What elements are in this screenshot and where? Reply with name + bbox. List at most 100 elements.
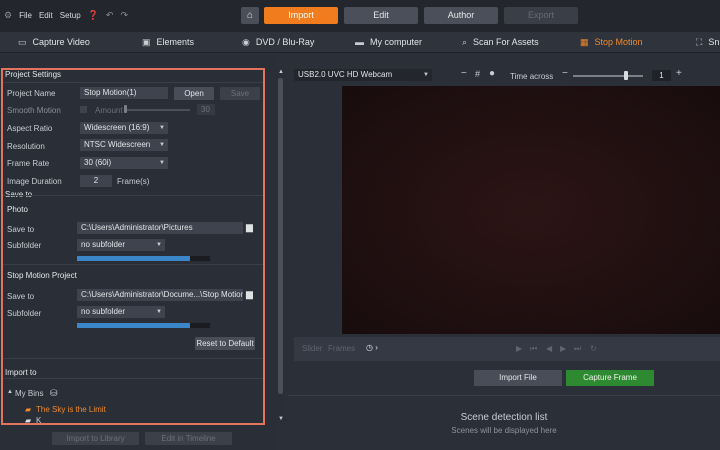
divider xyxy=(288,395,720,396)
capture-frame-button[interactable]: Capture Frame xyxy=(566,370,654,386)
scene-detection-subtitle: Scenes will be displayed here xyxy=(451,426,557,435)
save-button: Save xyxy=(220,87,260,100)
resolution-dropdown[interactable]: NTSC Widescreen ▼ xyxy=(80,139,168,151)
device-value: USB2.0 UVC HD Webcam xyxy=(298,70,393,79)
amount-value: 30 xyxy=(197,104,215,115)
menu-setup[interactable]: Setup xyxy=(60,11,81,20)
tab-capture-video[interactable]: ▭ Capture Video xyxy=(18,32,90,53)
help-icon[interactable]: ❓ xyxy=(88,10,99,21)
time-across-slider-knob[interactable] xyxy=(623,71,628,80)
divider xyxy=(2,358,264,359)
transport-slider-label[interactable]: Slider xyxy=(302,344,322,353)
edit-in-timeline-button: Edit in Timeline xyxy=(145,432,232,445)
tab-label: Capture Video xyxy=(32,37,90,47)
home-button[interactable]: ⌂ xyxy=(241,7,259,24)
tab-snapshot[interactable]: ⛶ Sn xyxy=(696,32,719,53)
tab-scan-for-assets[interactable]: ⌕ Scan For Assets xyxy=(462,32,539,53)
scroll-down-icon[interactable]: ▼ xyxy=(278,416,284,422)
redo-icon[interactable]: ↷ xyxy=(120,10,128,21)
scroll-up-icon[interactable]: ▲ xyxy=(278,69,284,75)
tab-dvd-bluray[interactable]: ◉ DVD / Blu-Ray xyxy=(242,32,314,53)
onion-skin-icon[interactable]: ● xyxy=(489,68,495,79)
project-name-field[interactable]: Stop Motion(1) xyxy=(80,87,168,99)
image-duration-field[interactable]: 2 xyxy=(80,175,112,187)
tab-label: My computer xyxy=(370,37,423,47)
scrollbar-thumb[interactable] xyxy=(278,78,283,394)
transport-frames-label[interactable]: Frames xyxy=(328,344,355,353)
photo-storage-bar xyxy=(77,256,210,261)
loop-icon: ↻ xyxy=(590,344,597,353)
photo-path-field[interactable]: C:\Users\Administrator\Pictures xyxy=(77,222,243,234)
tab-label: DVD / Blu-Ray xyxy=(255,37,315,47)
tab-elements[interactable]: ▣ Elements xyxy=(142,32,194,53)
video-icon: ▭ xyxy=(18,37,27,47)
expand-arrow-icon[interactable]: ▲ xyxy=(7,389,13,395)
chevron-down-icon: ▼ xyxy=(159,125,165,131)
folder-icon[interactable]: ▆ xyxy=(246,222,253,233)
open-button[interactable]: Open xyxy=(174,87,214,100)
timer-icon[interactable]: ◷ › xyxy=(366,343,378,352)
bin-item-icon: ▰ xyxy=(25,405,32,414)
smooth-motion-checkbox[interactable] xyxy=(80,106,87,113)
smooth-motion-label: Smooth Motion xyxy=(7,106,61,115)
step-forward-icon: ▶ xyxy=(560,344,567,353)
settings-scrollbar[interactable]: ▲ ▼ xyxy=(276,68,286,425)
amount-slider-knob xyxy=(124,105,127,113)
tab-stop-motion[interactable]: ▦ Stop Motion xyxy=(580,32,643,53)
photo-subfolder-value: no subfolder xyxy=(81,240,126,249)
minus-icon[interactable]: − xyxy=(562,68,568,79)
author-mode-button[interactable]: Author xyxy=(424,7,498,24)
reset-to-default-button[interactable]: Reset to Default xyxy=(195,337,255,350)
time-across-value[interactable]: 1 xyxy=(652,70,671,81)
aspect-ratio-dropdown[interactable]: Widescreen (16:9) ▼ xyxy=(80,122,168,134)
edit-mode-button[interactable]: Edit xyxy=(344,7,418,24)
amount-label: Amount xyxy=(95,106,123,115)
time-across-slider[interactable] xyxy=(573,75,643,77)
top-bar: ⚙ File Edit Setup ❓ ↶ ↷ ⌂ Import Edit Au… xyxy=(0,0,720,32)
zoom-out-icon[interactable]: − xyxy=(461,68,467,79)
smp-save-to-label: Save to xyxy=(7,292,35,301)
bin-item-k[interactable]: K xyxy=(36,416,41,425)
bin-item-sky[interactable]: The Sky is the Limit xyxy=(36,405,106,414)
tab-label: Scan For Assets xyxy=(473,37,539,47)
tab-my-computer[interactable]: ▬ My computer xyxy=(355,32,422,53)
import-mode-button[interactable]: Import xyxy=(264,7,338,24)
divider xyxy=(2,195,264,196)
photo-subfolder-dropdown[interactable]: no subfolder ▼ xyxy=(77,239,165,251)
frames-unit-label: Frame(s) xyxy=(117,177,150,186)
grid-icon[interactable]: # xyxy=(475,69,480,79)
menu-file[interactable]: File xyxy=(19,11,32,20)
tab-label: Elements xyxy=(156,37,195,47)
scene-detection-title: Scene detection list xyxy=(460,412,548,423)
folder-icon: ▬ xyxy=(355,37,364,47)
photo-header: Photo xyxy=(7,205,28,214)
frame-rate-dropdown[interactable]: 30 (60i) ▼ xyxy=(80,157,168,169)
image-duration-label: Image Duration xyxy=(7,177,62,186)
aspect-ratio-value: Widescreen (16:9) xyxy=(84,123,150,132)
my-bins-label[interactable]: My Bins xyxy=(15,389,43,398)
bins-icon: ⛁ xyxy=(50,388,58,398)
smp-path-field[interactable]: C:\Users\Administrator\Docume...\Stop Mo… xyxy=(77,289,243,301)
plus-icon[interactable]: + xyxy=(676,68,682,79)
import-to-header: Import to xyxy=(5,368,37,377)
folder-icon[interactable]: ▆ xyxy=(246,289,253,300)
smp-storage-bar xyxy=(77,323,210,328)
aspect-ratio-label: Aspect Ratio xyxy=(7,124,53,133)
device-dropdown[interactable]: USB2.0 UVC HD Webcam ▼ xyxy=(294,69,432,81)
export-mode-button: Export xyxy=(504,7,578,24)
divider xyxy=(2,264,264,265)
bin-item-icon: ▰ xyxy=(25,416,32,425)
transport-bar: Slider Frames ◷ › ▶ ⏮ ◀ ▶ ⏭ ↻ xyxy=(294,337,720,361)
time-across-label: Time across xyxy=(510,72,554,81)
import-file-button[interactable]: Import File xyxy=(474,370,562,386)
home-icon: ⌂ xyxy=(246,10,254,21)
photo-save-to-label: Save to xyxy=(7,225,35,234)
app-menu-icon[interactable]: ⚙ xyxy=(4,10,12,21)
undo-icon[interactable]: ↶ xyxy=(106,10,114,21)
import-tabs: ▭ Capture Video ▣ Elements ◉ DVD / Blu-Ray … xyxy=(0,32,720,53)
menu-edit[interactable]: Edit xyxy=(39,11,53,20)
smp-subfolder-value: no subfolder xyxy=(81,307,126,316)
smp-subfolder-dropdown[interactable]: no subfolder ▼ xyxy=(77,306,165,318)
stopmotion-icon: ▦ xyxy=(580,37,589,47)
amount-slider xyxy=(125,109,190,111)
